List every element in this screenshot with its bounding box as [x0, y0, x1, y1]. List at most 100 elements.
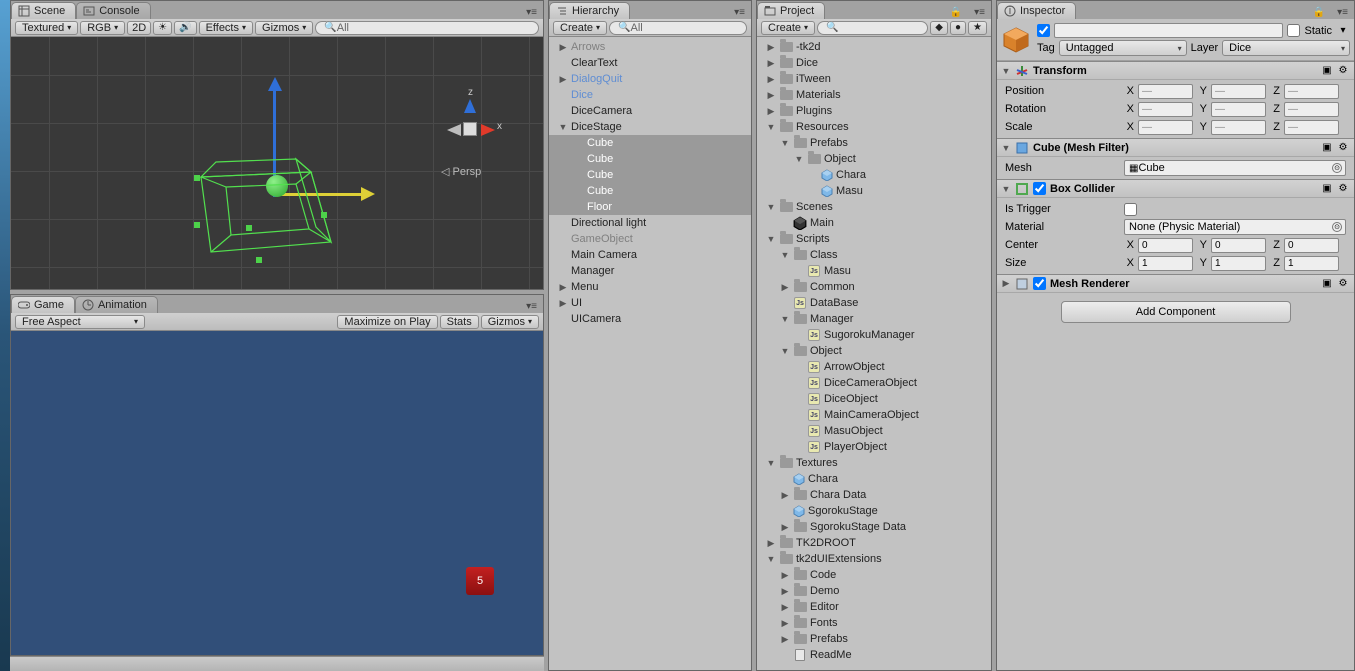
foldout-icon[interactable]: ▼ — [780, 250, 790, 260]
hierarchy-item[interactable]: ▶DialogQuit — [549, 71, 751, 87]
hierarchy-item[interactable]: ▶Cube — [549, 135, 751, 151]
size-x-input[interactable] — [1138, 256, 1193, 271]
static-checkbox[interactable] — [1287, 24, 1300, 37]
project-item[interactable]: ▶Chara Data — [757, 487, 991, 503]
hierarchy-item[interactable]: ▶Cube — [549, 151, 751, 167]
center-y-input[interactable] — [1211, 238, 1266, 253]
gear-icon[interactable]: ⚙ — [1336, 277, 1350, 291]
project-item[interactable]: ▶JsDataBase — [757, 295, 991, 311]
search-filter-type-icon[interactable]: ◆ — [930, 21, 948, 35]
tab-hierarchy[interactable]: Hierarchy — [549, 2, 630, 19]
hierarchy-search-input[interactable]: 🔍 All — [609, 21, 747, 35]
help-icon[interactable]: ▣ — [1320, 277, 1334, 291]
project-tree[interactable]: ▶-tk2d▶Dice▶iTween▶Materials▶Plugins▼Res… — [757, 37, 991, 670]
foldout-icon[interactable]: ▶ — [780, 634, 790, 644]
tab-project[interactable]: Project — [757, 2, 825, 19]
project-item[interactable]: ▶Fonts — [757, 615, 991, 631]
game-viewport[interactable]: 5 — [11, 331, 543, 655]
position-z-input[interactable] — [1284, 84, 1339, 99]
hierarchy-item[interactable]: ▶Cube — [549, 167, 751, 183]
tab-animation[interactable]: Animation — [75, 296, 158, 313]
foldout-icon[interactable]: ▶ — [558, 298, 568, 308]
project-item[interactable]: ▼Resources — [757, 119, 991, 135]
aspect-dropdown[interactable]: Free Aspect▾ — [15, 315, 145, 329]
selection-handle[interactable] — [194, 175, 200, 181]
project-item[interactable]: ▶ReadMe — [757, 647, 991, 663]
panel-menu-icon[interactable]: ▾≡ — [728, 6, 751, 19]
project-item[interactable]: ▶Editor — [757, 599, 991, 615]
foldout-icon[interactable]: ▶ — [780, 602, 790, 612]
selection-handle[interactable] — [256, 257, 262, 263]
foldout-icon[interactable]: ▶ — [780, 586, 790, 596]
effects-dropdown[interactable]: Effects▾ — [199, 21, 253, 35]
project-item[interactable]: ▶Chara — [757, 471, 991, 487]
stats-toggle[interactable]: Stats — [440, 315, 479, 329]
game-gizmos-dropdown[interactable]: Gizmos▾ — [481, 315, 539, 329]
scene-search-input[interactable]: 🔍 All — [315, 21, 539, 35]
move-gizmo-y-head[interactable] — [268, 77, 282, 91]
foldout-icon[interactable]: ▶ — [766, 74, 776, 84]
project-item[interactable]: ▶SgorokuStage Data — [757, 519, 991, 535]
rotation-x-input[interactable] — [1138, 102, 1193, 117]
object-picker-icon[interactable]: ⊙ — [1332, 163, 1342, 173]
foldout-icon[interactable]: ▶ — [1001, 279, 1011, 289]
mesh-object-field[interactable]: ▦ Cube⊙ — [1124, 160, 1346, 176]
project-item[interactable]: ▼Object — [757, 151, 991, 167]
foldout-icon[interactable]: ▶ — [766, 106, 776, 116]
boxcollider-enabled-checkbox[interactable] — [1033, 182, 1046, 195]
foldout-icon[interactable]: ▶ — [766, 90, 776, 100]
project-item[interactable]: ▶JsArrowObject — [757, 359, 991, 375]
object-picker-icon[interactable]: ⊙ — [1332, 222, 1342, 232]
project-item[interactable]: ▼tk2dUIExtensions — [757, 551, 991, 567]
hierarchy-tree[interactable]: ▶Arrows▶ClearText▶DialogQuit▶Dice▶DiceCa… — [549, 37, 751, 670]
project-item[interactable]: ▶iTween — [757, 71, 991, 87]
gizmos-dropdown[interactable]: Gizmos▾ — [255, 21, 313, 35]
color-mode-dropdown[interactable]: RGB▾ — [80, 21, 125, 35]
center-z-input[interactable] — [1284, 238, 1339, 253]
lock-icon[interactable]: 🔒 — [1307, 6, 1331, 19]
help-icon[interactable]: ▣ — [1320, 64, 1334, 78]
tab-console[interactable]: Console — [76, 2, 150, 19]
toggle-audio-icon[interactable]: 🔊 — [174, 21, 196, 35]
position-y-input[interactable] — [1211, 84, 1266, 99]
project-item[interactable]: ▼Textures — [757, 455, 991, 471]
foldout-icon[interactable]: ▶ — [780, 522, 790, 532]
panel-menu-icon[interactable]: ▾≡ — [1331, 6, 1354, 19]
orientation-gizmo[interactable]: z x ◁ Persp — [433, 97, 513, 187]
hierarchy-item[interactable]: ▶Arrows — [549, 39, 751, 55]
project-item[interactable]: ▼Manager — [757, 311, 991, 327]
hierarchy-item[interactable]: ▶GameObject — [549, 231, 751, 247]
hierarchy-item[interactable]: ▶UI — [549, 295, 751, 311]
project-item[interactable]: ▶Main — [757, 215, 991, 231]
tag-dropdown[interactable]: Untagged — [1059, 40, 1187, 56]
foldout-icon[interactable]: ▶ — [766, 42, 776, 52]
search-save-icon[interactable]: ★ — [968, 21, 987, 35]
foldout-icon[interactable]: ▶ — [780, 618, 790, 628]
selection-handle[interactable] — [194, 222, 200, 228]
scale-x-input[interactable] — [1138, 120, 1193, 135]
project-item[interactable]: ▼Scripts — [757, 231, 991, 247]
gizmo-x-neg-cone-icon[interactable] — [447, 124, 461, 136]
project-item[interactable]: ▼Scenes — [757, 199, 991, 215]
foldout-icon[interactable]: ▼ — [1001, 184, 1011, 194]
gameobject-name-input[interactable] — [1054, 23, 1283, 38]
selection-handle[interactable] — [246, 225, 252, 231]
gear-icon[interactable]: ⚙ — [1336, 141, 1350, 155]
foldout-icon[interactable]: ▼ — [1001, 66, 1011, 76]
hierarchy-item[interactable]: ▶Main Camera — [549, 247, 751, 263]
foldout-icon[interactable]: ▶ — [766, 58, 776, 68]
foldout-icon[interactable]: ▼ — [766, 458, 776, 468]
gear-icon[interactable]: ⚙ — [1336, 182, 1350, 196]
move-gizmo-x-head[interactable] — [361, 187, 375, 201]
render-mode-dropdown[interactable]: Textured▾ — [15, 21, 78, 35]
foldout-icon[interactable]: ▶ — [780, 570, 790, 580]
meshrenderer-enabled-checkbox[interactable] — [1033, 277, 1046, 290]
panel-menu-icon[interactable]: ▾≡ — [520, 300, 543, 313]
foldout-icon[interactable]: ▶ — [558, 282, 568, 292]
foldout-icon[interactable]: ▶ — [780, 490, 790, 500]
foldout-icon[interactable]: ▶ — [558, 42, 568, 52]
project-item[interactable]: ▼Object — [757, 343, 991, 359]
foldout-icon[interactable]: ▶ — [780, 282, 790, 292]
project-item[interactable]: ▶Masu — [757, 183, 991, 199]
gizmo-z-cone-icon[interactable] — [464, 99, 476, 113]
